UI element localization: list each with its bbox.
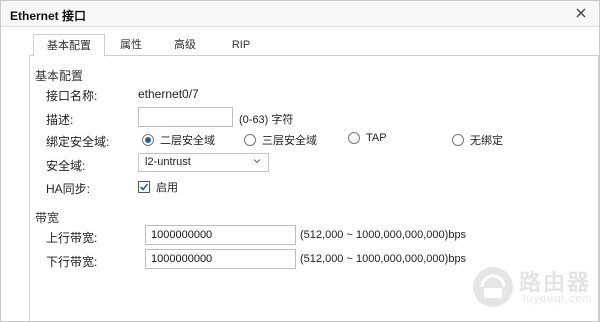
upstream-bandwidth-hint: (512,000 ~ 1000,000,000,000)bps — [300, 229, 467, 241]
tab-advanced[interactable]: 高级 — [163, 34, 207, 56]
ha-sync-label: HA同步: — [46, 182, 91, 196]
radio-unselected-icon — [244, 134, 256, 146]
watermark: 路由器 luyouqi.com — [471, 263, 596, 315]
radio-no-binding-label: 无绑定 — [470, 135, 503, 147]
section-title-basic: 基本配置 — [35, 69, 84, 83]
ha-sync-checkbox-label: 启用 — [156, 182, 178, 194]
downstream-bandwidth-input[interactable] — [145, 249, 296, 269]
description-input[interactable] — [138, 107, 233, 127]
chevron-down-icon — [252, 156, 262, 169]
radio-tap-label: TAP — [366, 132, 387, 144]
radio-selected-icon — [142, 134, 154, 146]
dialog-title: Ethernet 接口 — [10, 9, 87, 23]
ha-sync-checkbox[interactable]: 启用 — [138, 179, 178, 195]
binding-zone-label: 绑定安全域: — [46, 135, 110, 149]
router-logo-icon — [473, 267, 513, 307]
zone-select[interactable]: l2-untrust — [138, 153, 269, 172]
tab-basic-config[interactable]: 基本配置 — [33, 34, 105, 57]
watermark-subtext: luyouqi.com — [523, 293, 593, 305]
title-bar: Ethernet 接口 — [1, 1, 599, 27]
tab-bar: 基本配置 属性 高级 RIP — [29, 34, 599, 57]
radio-tap[interactable]: TAP — [348, 132, 387, 144]
radio-l3-zone[interactable]: 三层安全域 — [244, 132, 317, 148]
interface-name-label: 接口名称: — [46, 89, 98, 103]
radio-no-binding[interactable]: 无绑定 — [452, 132, 503, 148]
interface-name-value: ethernet0/7 — [138, 87, 199, 101]
description-hint: (0-63) 字符 — [239, 114, 294, 126]
downstream-bandwidth-label: 下行带宽: — [46, 255, 98, 269]
description-label: 描述: — [46, 113, 74, 127]
upstream-bandwidth-label: 上行带宽: — [46, 231, 98, 245]
tab-rip[interactable]: RIP — [219, 34, 263, 56]
radio-l2-zone[interactable]: 二层安全域 — [142, 132, 215, 148]
upstream-bandwidth-input[interactable] — [145, 225, 296, 245]
radio-l2-zone-label: 二层安全域 — [160, 135, 215, 147]
close-button[interactable] — [573, 5, 589, 21]
downstream-bandwidth-hint: (512,000 ~ 1000,000,000,000)bps — [300, 253, 467, 265]
checkbox-checked-icon — [138, 181, 150, 193]
radio-l3-zone-label: 三层安全域 — [262, 135, 317, 147]
radio-unselected-icon — [452, 134, 464, 146]
radio-unselected-icon — [348, 132, 360, 144]
zone-label: 安全域: — [46, 159, 86, 173]
close-icon — [576, 8, 586, 18]
section-title-bandwidth: 带宽 — [35, 211, 60, 225]
tab-properties[interactable]: 属性 — [109, 34, 153, 56]
ethernet-interface-dialog: Ethernet 接口 基本配置 属性 高级 RIP 基本配置 接口名称: et… — [0, 0, 600, 322]
zone-select-value: l2-untrust — [145, 156, 191, 168]
